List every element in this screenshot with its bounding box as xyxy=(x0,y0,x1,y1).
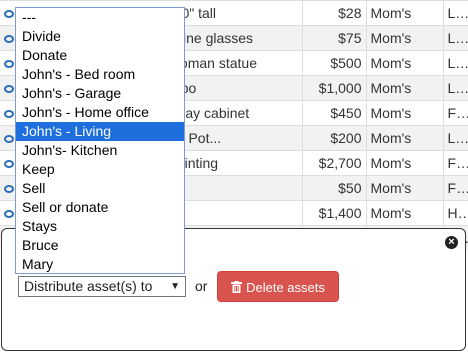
row-owner-cell: Mom's xyxy=(365,0,443,26)
caret-down-icon: ▼ xyxy=(170,281,180,292)
row-owner-cell: Mom's xyxy=(365,200,443,226)
row-owner-cell: Mom's xyxy=(365,25,443,51)
row-owner-cell: Mom's xyxy=(365,150,443,176)
dropdown-option[interactable]: Mary xyxy=(16,255,184,273)
row-room-cell: Liv xyxy=(442,125,468,151)
row-value-cell: $1,400 xyxy=(301,200,366,226)
row-value-cell: $2,700 xyxy=(301,150,366,176)
row-room-cell: Liv xyxy=(442,0,468,26)
trash-icon xyxy=(231,281,243,293)
eye-icon[interactable] xyxy=(4,135,14,144)
row-owner-cell: Mom's xyxy=(365,50,443,76)
eye-icon[interactable] xyxy=(4,185,14,194)
row-room-cell: Liv xyxy=(442,75,468,101)
row-room-cell: Fan xyxy=(442,100,468,126)
dropdown-option[interactable]: John's - Home office xyxy=(16,103,184,122)
row-value-cell: $28 xyxy=(301,0,366,26)
delete-assets-button[interactable]: Delete assets xyxy=(217,271,339,302)
row-owner-cell: Mom's xyxy=(365,100,443,126)
row-value-cell: $450 xyxy=(301,100,366,126)
row-value-cell: $75 xyxy=(301,25,366,51)
dropdown-option[interactable]: John's- Kitchen xyxy=(16,141,184,160)
or-label: or xyxy=(195,278,208,294)
eye-icon[interactable] xyxy=(4,210,14,219)
row-room-cell: Liv xyxy=(442,25,468,51)
dropdown-option[interactable]: --- xyxy=(16,8,184,27)
dropdown-option[interactable]: Donate xyxy=(16,46,184,65)
row-value-cell: $500 xyxy=(301,50,366,76)
eye-icon[interactable] xyxy=(4,160,14,169)
close-icon[interactable]: × xyxy=(445,236,458,249)
dropdown-option[interactable]: Divide xyxy=(16,27,184,46)
dropdown-option[interactable]: Stays xyxy=(16,217,184,236)
eye-icon[interactable] xyxy=(4,110,14,119)
row-owner-cell: Mom's xyxy=(365,125,443,151)
row-owner-cell: Mom's xyxy=(365,75,443,101)
eye-icon[interactable] xyxy=(4,35,14,44)
eye-icon[interactable] xyxy=(4,85,14,94)
dropdown-option[interactable]: John's - Garage xyxy=(16,84,184,103)
delete-assets-label: Delete assets xyxy=(246,280,325,295)
dropdown-option[interactable]: Keep xyxy=(16,160,184,179)
row-value-cell: $1,000 xyxy=(301,75,366,101)
dropdown-option[interactable]: Bruce xyxy=(16,236,184,255)
row-value-cell: $50 xyxy=(301,175,366,201)
dropdown-option[interactable]: John's - Living xyxy=(16,122,184,141)
row-room-cell: Ho xyxy=(442,200,468,226)
row-value-cell: $200 xyxy=(301,125,366,151)
distribute-options-list[interactable]: --- Divide Donate John's - Bed room John's -… xyxy=(15,7,185,274)
eye-icon[interactable] xyxy=(4,10,14,19)
eye-icon[interactable] xyxy=(4,60,14,69)
row-room-cell: Fan xyxy=(442,150,468,176)
dropdown-option[interactable]: Sell or donate xyxy=(16,198,184,217)
dropdown-option[interactable]: John's - Bed room xyxy=(16,65,184,84)
row-room-cell: Fan xyxy=(442,175,468,201)
dropdown-option[interactable]: Sell xyxy=(16,179,184,198)
row-room-cell: Liv xyxy=(442,50,468,76)
distribute-select-value: Distribute asset(s) to xyxy=(24,278,153,294)
distribute-assets-select[interactable]: Distribute asset(s) to ▼ xyxy=(18,276,186,297)
row-owner-cell: Mom's xyxy=(365,175,443,201)
